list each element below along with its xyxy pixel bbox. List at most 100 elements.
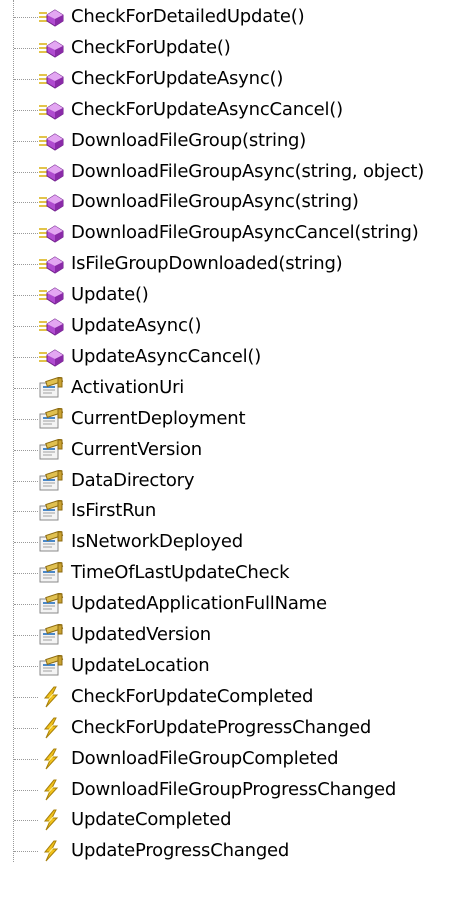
tree-item-checkforupdateprogresschanged[interactable]: CheckForUpdateProgressChanged [0, 712, 459, 744]
tree-item-label: CheckForUpdate() [71, 36, 231, 58]
tree-item-checkforupdatecompleted[interactable]: CheckForUpdateCompleted [0, 681, 459, 713]
tree-branch-connector [14, 78, 38, 80]
tree-item-updatedversion[interactable]: UpdatedVersion [0, 619, 459, 651]
method-icon [38, 130, 64, 152]
tree-item-label: CurrentVersion [71, 438, 202, 460]
tree-branch-connector [14, 295, 38, 297]
tree-item-label: CheckForUpdateProgressChanged [71, 716, 372, 738]
tree-item-label: ActivationUri [71, 376, 185, 398]
event-icon [38, 717, 64, 739]
tree-branch-connector [14, 665, 38, 667]
method-icon [38, 315, 64, 337]
tree-branch-connector [14, 264, 38, 266]
property-icon [38, 593, 64, 615]
tree-branch-connector [14, 511, 38, 513]
property-icon [38, 531, 64, 553]
tree-item-currentdeployment[interactable]: CurrentDeployment [0, 403, 459, 435]
tree-branch-connector [14, 542, 38, 544]
tree-branch-connector [14, 635, 38, 636]
tree-item-downloadfilegroup-string[interactable]: DownloadFileGroup(string) [0, 125, 459, 157]
tree-branch-connector [14, 573, 38, 575]
tree-item-currentversion[interactable]: CurrentVersion [0, 434, 459, 466]
tree-item-updateasynccancel[interactable]: UpdateAsyncCancel() [0, 341, 459, 373]
tree-item-label: UpdateProgressChanged [71, 840, 290, 862]
tree-item-label: DownloadFileGroupCompleted [71, 747, 339, 769]
event-icon [38, 840, 64, 862]
tree-item-label: UpdateAsyncCancel() [71, 345, 262, 367]
tree-branch-connector [14, 17, 38, 18]
tree-item-update[interactable]: Update() [0, 279, 459, 311]
tree-branch-connector [14, 820, 38, 822]
tree-item-updatelocation[interactable]: UpdateLocation [0, 650, 459, 682]
tree-item-downloadfilegroupasynccancel-string[interactable]: DownloadFileGroupAsyncCancel(string) [0, 217, 459, 249]
tree-item-updateasync[interactable]: UpdateAsync() [0, 310, 459, 342]
tree-item-label: DownloadFileGroup(string) [71, 129, 307, 151]
method-icon [38, 346, 64, 368]
method-icon [38, 68, 64, 90]
event-icon [38, 686, 64, 708]
tree-item-checkfordetailedupdate[interactable]: CheckForDetailedUpdate() [0, 1, 459, 33]
tree-item-updatedapplicationfullname[interactable]: UpdatedApplicationFullName [0, 588, 459, 620]
tree-item-checkforupdateasync[interactable]: CheckForUpdateAsync() [0, 63, 459, 95]
tree-branch-connector [14, 727, 38, 729]
property-icon [38, 376, 64, 399]
tree-item-updatecompleted[interactable]: UpdateCompleted [0, 804, 459, 836]
property-icon [38, 654, 64, 677]
tree-item-activationuri[interactable]: ActivationUri [0, 372, 459, 404]
tree-item-downloadfilegroupprogresschanged[interactable]: DownloadFileGroupProgressChanged [0, 774, 459, 806]
tree-item-isfirstrun[interactable]: IsFirstRun [0, 495, 459, 527]
method-icon [38, 191, 64, 213]
tree-item-label: UpdateLocation [71, 654, 210, 676]
tree-item-isnetworkdeployed[interactable]: IsNetworkDeployed [0, 526, 459, 558]
tree-branch-connector [14, 140, 38, 142]
tree-item-label: IsFirstRun [71, 500, 157, 522]
tree-branch-connector [14, 202, 38, 204]
method-icon [38, 222, 64, 244]
method-icon [38, 161, 64, 183]
tree-item-updateprogresschanged[interactable]: UpdateProgressChanged [0, 835, 459, 867]
property-icon [38, 407, 64, 430]
event-icon [38, 748, 64, 770]
method-icon [38, 6, 64, 28]
tree-branch-connector [14, 480, 38, 482]
method-icon [38, 37, 64, 59]
tree-item-label: DownloadFileGroupAsync(string, object) [71, 160, 425, 182]
tree-branch-connector [14, 326, 38, 327]
tree-branch-connector [14, 233, 38, 235]
tree-item-checkforupdateasynccancel[interactable]: CheckForUpdateAsyncCancel() [0, 94, 459, 126]
tree-branch-connector [14, 449, 38, 451]
tree-item-label: UpdateCompleted [71, 809, 232, 831]
tree-branch-connector [14, 604, 38, 606]
tree-item-label: UpdateAsync() [71, 315, 202, 336]
tree-branch-connector [14, 758, 38, 760]
tree-item-checkforupdate[interactable]: CheckForUpdate() [0, 32, 459, 64]
tree-item-datadirectory[interactable]: DataDirectory [0, 465, 459, 497]
method-icon [38, 253, 64, 275]
tree-item-downloadfilegroupasync-string-object[interactable]: DownloadFileGroupAsync(string, object) [0, 156, 459, 188]
tree-item-downloadfilegroupcompleted[interactable]: DownloadFileGroupCompleted [0, 743, 459, 775]
property-icon [38, 562, 64, 584]
tree-item-label: CheckForDetailedUpdate() [71, 6, 305, 27]
tree-item-label: CheckForUpdateCompleted [71, 685, 314, 707]
tree-branch-connector [14, 696, 38, 698]
tree-item-label: IsFileGroupDownloaded(string) [71, 253, 343, 275]
tree-item-downloadfilegroupasync-string[interactable]: DownloadFileGroupAsync(string) [0, 186, 459, 218]
tree-branch-connector [14, 109, 38, 111]
method-icon [38, 99, 64, 121]
member-tree: CheckForDetailedUpdate() CheckForUpdate()… [0, 0, 459, 897]
method-icon [38, 284, 64, 306]
property-icon [38, 469, 64, 492]
tree-item-isfilegroupdownloaded-string[interactable]: IsFileGroupDownloaded(string) [0, 248, 459, 280]
property-icon [38, 438, 64, 461]
event-icon [38, 809, 64, 831]
tree-item-timeoflastupdatecheck[interactable]: TimeOfLastUpdateCheck [0, 557, 459, 589]
tree-item-label: CurrentDeployment [71, 407, 246, 429]
property-icon [38, 500, 64, 522]
tree-item-label: UpdatedApplicationFullName [71, 593, 327, 615]
tree-branch-connector [14, 47, 38, 49]
tree-branch-connector [14, 851, 38, 853]
tree-branch-connector [14, 418, 38, 420]
property-icon [38, 624, 64, 646]
event-icon [38, 779, 64, 801]
tree-branch-connector [14, 171, 38, 173]
